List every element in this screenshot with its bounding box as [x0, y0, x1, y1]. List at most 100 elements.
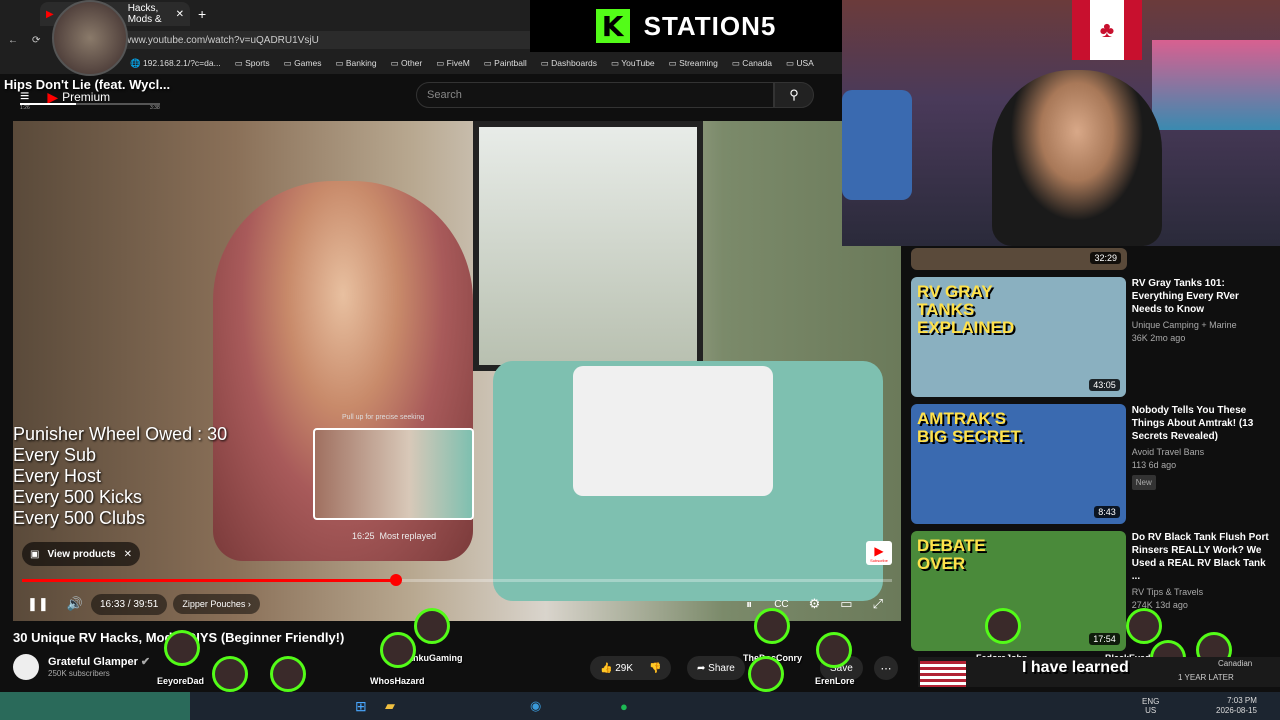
video-title[interactable]: Nobody Tells You These Things About Amtr…: [1132, 404, 1271, 443]
viewer-avatar: [1126, 608, 1162, 644]
punisher-line: Every 500 Clubs: [13, 508, 146, 528]
video-duration: 17:54: [1089, 633, 1120, 645]
album-art: [52, 0, 128, 76]
viewer-avatar: [754, 608, 790, 644]
autoplay-icon[interactable]: ⏸: [746, 597, 752, 612]
spotify-icon[interactable]: ●: [620, 699, 628, 714]
video-info: Nobody Tells You These Things About Amtr…: [1131, 404, 1271, 524]
viewer-name: ErenLore: [815, 676, 855, 686]
video-title[interactable]: Do RV Black Tank Flush Port Rinsers REAL…: [1132, 531, 1271, 583]
bookmark-item[interactable]: ▭ Streaming: [669, 58, 718, 69]
start-icon[interactable]: ⊞: [355, 698, 367, 715]
viewer-name: WhosHazard: [370, 676, 425, 686]
music-time-end: 3:38: [150, 105, 160, 111]
explorer-icon[interactable]: ▰: [385, 698, 395, 714]
view-products-chip[interactable]: ▣ View products ✕: [22, 542, 141, 566]
recommended-video[interactable]: AMTRAK'S BIG SECRET. 8:43 Nobody Tells You…: [911, 404, 1271, 524]
close-icon[interactable]: ✕: [124, 549, 132, 560]
dislike-button[interactable]: 👎: [649, 663, 661, 674]
reload-icon[interactable]: ⟳: [32, 35, 40, 46]
settings-icon[interactable]: ⚙: [809, 596, 821, 612]
new-badge: New: [1131, 475, 1156, 490]
search-button[interactable]: ⚲: [774, 82, 814, 108]
more-actions-icon[interactable]: ⋯: [874, 656, 898, 680]
channel-name[interactable]: RV Tips & Travels: [1132, 586, 1271, 599]
thumbnail-text: RV GRAY TANKS EXPLAINED: [917, 282, 1015, 337]
music-progress: [20, 103, 160, 105]
miniplayer-icon[interactable]: ▭: [840, 596, 852, 612]
viewer-avatar: [164, 630, 200, 666]
video-title[interactable]: RV Gray Tanks 101: Everything Every RVer…: [1132, 277, 1271, 316]
kick-logo-icon: K: [595, 9, 630, 43]
bookmark-item[interactable]: ▭ Canada: [732, 58, 772, 69]
time-display: 16:33 / 39:51: [90, 593, 168, 615]
seek-hint: Pull up for precise seeking: [342, 414, 425, 421]
viewer-avatar: [212, 656, 248, 692]
progress-bar[interactable]: [22, 579, 892, 582]
clock[interactable]: 7:03 PM 2026-08-15: [1216, 696, 1257, 716]
bookmark-item[interactable]: ▭ Games: [284, 58, 322, 69]
search-input[interactable]: Search: [416, 82, 774, 108]
channel-name[interactable]: Avoid Travel Bans: [1132, 446, 1271, 459]
recommended-video[interactable]: 32:29: [911, 248, 1271, 270]
recommended-partial: I have learned Canadian 1 YEAR LATER: [918, 657, 1280, 687]
close-tab-icon[interactable]: ✕: [176, 9, 184, 20]
usa-flag: [920, 661, 966, 687]
share-button[interactable]: ➦ Share: [687, 656, 745, 680]
taskbar-left-widget[interactable]: [0, 692, 190, 720]
bookmark-item[interactable]: ▭ Other: [391, 58, 423, 69]
subscribe-watermark[interactable]: ▶ Subscribe: [866, 541, 892, 565]
video-thumbnail[interactable]: RV GRAY TANKS EXPLAINED 43:05: [911, 277, 1126, 397]
subscriber-count: 250K subscribers: [48, 669, 110, 678]
viewer-avatar: [816, 632, 852, 668]
video-duration: 8:43: [1094, 506, 1120, 518]
like-button[interactable]: 👍 29K: [600, 663, 633, 674]
banner-text: I have learned: [1022, 659, 1129, 676]
punisher-line: Every Sub: [13, 445, 97, 465]
viewer-avatar: [380, 632, 416, 668]
video-player[interactable]: [13, 121, 901, 621]
recommended-video[interactable]: RV GRAY TANKS EXPLAINED 43:05 RV Gray Tank…: [911, 277, 1271, 397]
shelf-collectibles: [1152, 40, 1280, 130]
chapter-button[interactable]: Zipper Pouches ›: [173, 594, 260, 614]
bookmark-item[interactable]: ▭ Sports: [235, 58, 270, 69]
viewer-avatar: [985, 608, 1021, 644]
video-duration: 32:29: [1090, 252, 1121, 264]
bookmark-item[interactable]: ▭ Paintball: [484, 58, 527, 69]
subscribe-play-icon: ▶: [874, 543, 884, 558]
channel-name[interactable]: Unique Camping + Marine: [1132, 319, 1271, 332]
window-frame: [473, 121, 703, 371]
bookmark-item[interactable]: 🌐 192.168.2.1/?c=da...: [130, 58, 221, 69]
youtube-icon: ▶: [46, 8, 54, 20]
bookmark-item[interactable]: ▭ FiveM: [436, 58, 470, 69]
punisher-overlay: Punisher Wheel Owed : 30 Every Sub Every H…: [13, 424, 227, 529]
language-indicator[interactable]: ENG US: [1142, 697, 1159, 715]
viewer-avatar: [748, 656, 784, 692]
white-pouch: [573, 366, 773, 496]
scrubber-handle[interactable]: [390, 574, 403, 586]
search-icon: ⚲: [789, 87, 799, 102]
volume-icon[interactable]: 🔊: [67, 596, 83, 612]
bookmark-item[interactable]: ▭ Banking: [335, 58, 376, 69]
bookmark-item[interactable]: ▭ YouTube: [611, 58, 655, 69]
seek-preview-label: 16:25 Most replayed: [352, 531, 437, 541]
tab-title: Hacks, Mods &: [127, 3, 162, 25]
banner-sub2: 1 YEAR LATER: [1178, 673, 1234, 682]
fullscreen-icon[interactable]: ⤢: [873, 596, 883, 612]
video-thumbnail[interactable]: 32:29: [911, 248, 1127, 270]
viewer-avatar: [270, 656, 306, 692]
bookmark-item[interactable]: ▭ Dashboards: [541, 58, 597, 69]
station-name: STATION5: [643, 10, 777, 41]
channel-avatar[interactable]: [13, 654, 39, 680]
music-time-start: 1:26: [20, 105, 30, 111]
video-thumbnail[interactable]: AMTRAK'S BIG SECRET. 8:43: [911, 404, 1126, 524]
video-meta: 113 6d ago: [1131, 460, 1177, 470]
punisher-line: Every 500 Kicks: [13, 487, 143, 507]
bag-icon: ▣: [30, 548, 40, 560]
new-tab-icon[interactable]: +: [198, 6, 206, 22]
channel-name[interactable]: Grateful Glamper ✔: [48, 655, 150, 668]
pause-icon[interactable]: ❚❚: [27, 596, 49, 612]
edge-icon[interactable]: ◉: [530, 698, 541, 714]
back-icon[interactable]: ←: [8, 35, 18, 46]
bookmark-item[interactable]: ▭ USA: [786, 58, 814, 69]
